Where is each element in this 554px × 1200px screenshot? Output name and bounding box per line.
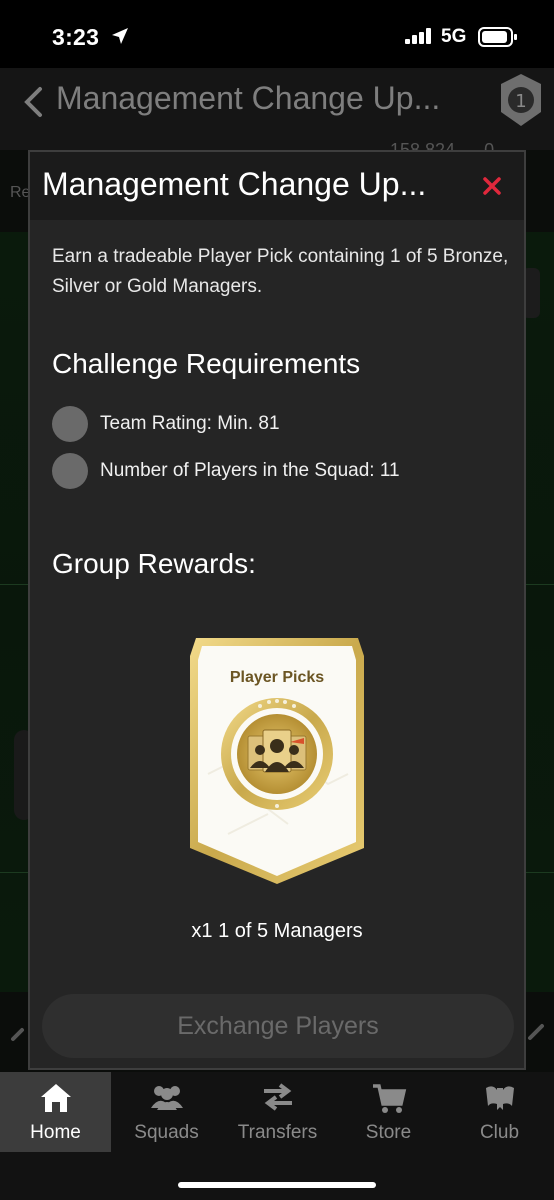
player-pick-card-icon: Player Picks	[190, 638, 364, 884]
home-icon	[40, 1084, 71, 1112]
nav-label: Club	[479, 1122, 520, 1143]
nav-home[interactable]: Home	[0, 1072, 111, 1152]
network-label: 5G	[441, 26, 467, 47]
close-x-icon[interactable]	[482, 176, 502, 196]
location-arrow-icon	[112, 28, 128, 44]
nav-club[interactable]: Club	[444, 1072, 554, 1152]
signal-icon	[405, 28, 431, 44]
nav-store[interactable]: Store	[333, 1072, 444, 1152]
requirement-status-icon	[52, 406, 88, 442]
requirement-status-icon	[52, 453, 88, 489]
status-time: 3:23	[52, 24, 100, 50]
requirement-item: Team Rating: Min. 81	[52, 406, 280, 442]
squads-icon	[150, 1086, 183, 1110]
requirement-text: Team Rating: Min. 81	[100, 413, 280, 434]
exchange-players-button[interactable]: Exchange Players	[42, 994, 514, 1058]
player-pick-card[interactable]: Player Picks	[188, 634, 366, 893]
modal-title: Management Change Up...	[42, 166, 427, 202]
svg-text:1: 1	[515, 91, 526, 112]
transfers-icon	[263, 1083, 292, 1111]
nav-transfers[interactable]: Transfers	[222, 1072, 333, 1152]
nav-label: Squads	[134, 1122, 199, 1143]
reward-description: Earn a tradeable Player Pick containing …	[52, 246, 509, 297]
nav-label: Home	[30, 1122, 81, 1143]
home-indicator[interactable]	[178, 1182, 376, 1188]
bottom-nav: Home Squads Transfers Store Club	[0, 1072, 554, 1200]
arrow-icon	[528, 1024, 544, 1040]
battery-icon	[478, 27, 517, 47]
back-chevron-icon[interactable]	[22, 86, 46, 118]
requirement-item: Number of Players in the Squad: 11	[52, 453, 400, 489]
status-bar: 3:23 5G	[0, 0, 554, 68]
nav-label: Transfers	[237, 1122, 318, 1143]
rewards-heading: Group Rewards:	[52, 548, 256, 579]
club-icon	[485, 1086, 514, 1110]
reward-label: x1 1 of 5 Managers	[191, 920, 363, 942]
requirements-heading: Challenge Requirements	[52, 348, 361, 379]
requirement-text: Number of Players in the Squad: 11	[100, 460, 400, 481]
nav-squads[interactable]: Squads	[111, 1072, 222, 1152]
page-title: Management Change Up...	[56, 80, 441, 116]
card-title: Player Picks	[230, 669, 324, 686]
nav-label: Store	[365, 1122, 412, 1143]
cart-icon	[372, 1084, 406, 1113]
objective-badge-icon[interactable]: 1	[497, 72, 545, 128]
sbc-modal: Management Change Up... Earn a tradeable…	[28, 150, 526, 1070]
modal-header: Management Change Up...	[30, 152, 524, 220]
